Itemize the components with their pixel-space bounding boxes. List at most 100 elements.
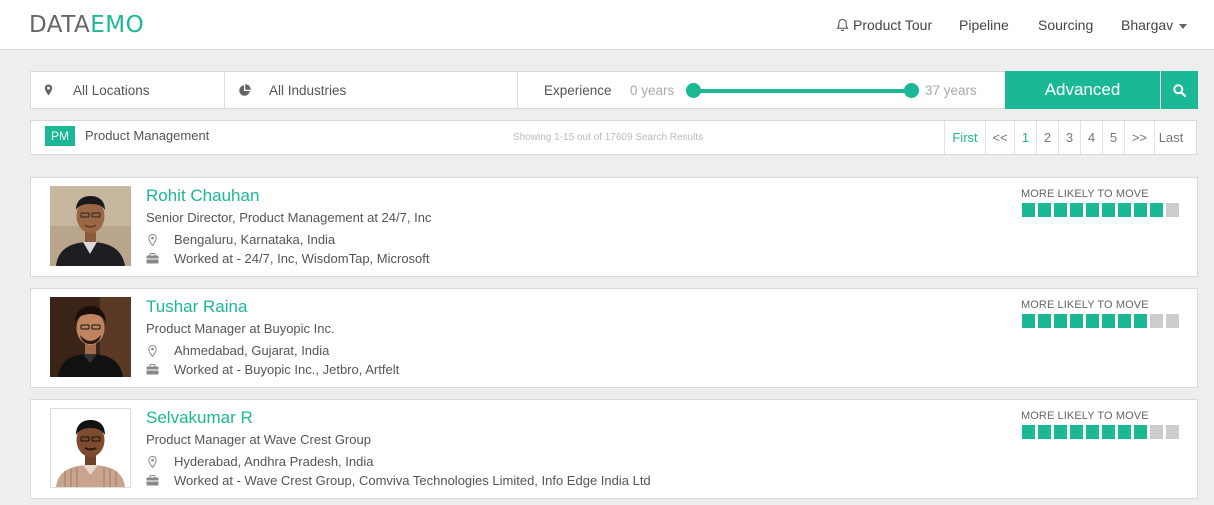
move-meter-segment-filled [1086, 203, 1099, 217]
candidate-title: Product Manager at Wave Crest Group [146, 432, 371, 447]
candidate-name[interactable]: Selvakumar R [146, 408, 253, 428]
page-2[interactable]: 2 [1036, 121, 1058, 154]
page-prev[interactable]: << [985, 121, 1014, 154]
experience-max-handle[interactable] [904, 83, 919, 98]
bell-icon [836, 18, 849, 32]
move-meter-segment-filled [1086, 425, 1099, 439]
move-meter-segment-filled [1054, 203, 1067, 217]
experience-slider-track[interactable] [694, 89, 912, 93]
candidate-work-text: Worked at - Buyopic Inc., Jetbro, Artfel… [174, 362, 400, 377]
move-likelihood-label: MORE LIKELY TO MOVE [1021, 299, 1149, 311]
divider [517, 72, 518, 108]
candidate-title: Senior Director, Product Management at 2… [146, 210, 432, 225]
brand-logo[interactable]: DATAEMO [29, 12, 144, 38]
move-meter-segment-filled [1054, 425, 1067, 439]
move-meter-segment-empty [1166, 314, 1179, 328]
candidate-location-text: Hyderabad, Andhra Pradesh, India [174, 454, 374, 469]
page-first[interactable]: First [944, 121, 985, 154]
move-meter-segment-empty [1166, 425, 1179, 439]
search-button[interactable] [1161, 71, 1198, 109]
move-meter-segment-filled [1070, 425, 1083, 439]
candidate-name[interactable]: Tushar Raina [146, 297, 247, 317]
move-meter-segment-filled [1150, 203, 1163, 217]
move-likelihood-label: MORE LIKELY TO MOVE [1021, 188, 1149, 200]
candidate-work-text: Worked at - 24/7, Inc, WisdomTap, Micros… [174, 251, 430, 266]
industry-filter[interactable]: All Industries [238, 72, 518, 108]
move-meter-segment-empty [1166, 203, 1179, 217]
map-pin-icon [146, 344, 159, 357]
move-meter-segment-empty [1150, 425, 1163, 439]
industry-filter-label: All Industries [269, 82, 347, 98]
search-icon [1173, 83, 1186, 97]
move-meter-segment-filled [1022, 203, 1035, 217]
candidate-location-text: Ahmedabad, Gujarat, India [174, 343, 330, 358]
candidate-photo[interactable] [50, 297, 131, 377]
pagination: First << 1 2 3 4 5 >> Last [944, 121, 1187, 154]
move-meter-segment-filled [1086, 314, 1099, 328]
candidate-location: Hyderabad, Andhra Pradesh, India [146, 454, 373, 469]
briefcase-icon [146, 474, 159, 487]
move-meter-segment-filled [1134, 425, 1147, 439]
filter-bar: All Locations All Industries Experience … [30, 71, 1198, 109]
candidate-name[interactable]: Rohit Chauhan [146, 186, 259, 206]
page-next[interactable]: >> [1124, 121, 1154, 154]
candidate-photo[interactable] [50, 408, 131, 488]
move-meter-segment-filled [1134, 314, 1147, 328]
candidate-location: Ahmedabad, Gujarat, India [146, 343, 329, 358]
move-meter-segment-filled [1038, 425, 1051, 439]
move-meter-segment-filled [1070, 203, 1083, 217]
candidate-card[interactable]: Selvakumar R Product Manager at Wave Cre… [30, 399, 1198, 499]
candidate-card[interactable]: Rohit Chauhan Senior Director, Product M… [30, 177, 1198, 277]
page-4[interactable]: 4 [1080, 121, 1102, 154]
move-meter-segment-filled [1022, 425, 1035, 439]
move-meter-segment-filled [1118, 203, 1131, 217]
move-meter-segment-filled [1102, 203, 1115, 217]
move-meter-segment-filled [1038, 203, 1051, 217]
map-pin-icon [146, 233, 159, 246]
top-navbar: DATAEMO Product Tour Pipeline Sourcing B… [0, 0, 1214, 50]
location-filter-label: All Locations [73, 82, 150, 98]
move-meter-segment-filled [1118, 425, 1131, 439]
candidate-work-text: Worked at - Wave Crest Group, Comviva Te… [174, 473, 651, 488]
experience-min-label: 0 years [630, 82, 675, 98]
briefcase-icon [146, 363, 159, 376]
pie-chart-icon [239, 83, 251, 96]
candidate-photo[interactable] [50, 186, 131, 266]
move-meter-segment-filled [1038, 314, 1051, 328]
page-last[interactable]: Last [1154, 121, 1187, 154]
move-meter-segment-filled [1070, 314, 1083, 328]
category-label: Product Management [85, 128, 210, 143]
experience-max-label: 37 years [925, 82, 977, 98]
sourcing-link[interactable]: Sourcing [1038, 17, 1093, 33]
move-meter-segment-empty [1150, 314, 1163, 328]
candidate-location: Bengaluru, Karnataka, India [146, 232, 335, 247]
results-count: Showing 1-15 out of 17609 Search Results [513, 132, 704, 143]
page-5[interactable]: 5 [1102, 121, 1124, 154]
candidate-title: Product Manager at Buyopic Inc. [146, 321, 335, 336]
map-pin-icon [146, 455, 159, 468]
page-3[interactable]: 3 [1058, 121, 1080, 154]
category-badge: PM [45, 126, 75, 146]
candidate-card[interactable]: Tushar Raina Product Manager at Buyopic … [30, 288, 1198, 388]
user-menu[interactable]: Bhargav [1121, 17, 1188, 33]
product-tour-link[interactable]: Product Tour [836, 17, 932, 33]
logo-text-data: DATA [29, 12, 91, 38]
move-likelihood-label: MORE LIKELY TO MOVE [1021, 410, 1149, 422]
candidate-work-history: Worked at - Wave Crest Group, Comviva Te… [146, 473, 651, 488]
experience-min-handle[interactable] [686, 83, 701, 98]
product-tour-label: Product Tour [853, 17, 933, 33]
move-meter-segment-filled [1102, 314, 1115, 328]
move-likelihood-meter [1022, 203, 1179, 217]
user-name: Bhargav [1121, 17, 1174, 33]
move-meter-segment-filled [1054, 314, 1067, 328]
advanced-button[interactable]: Advanced [1005, 71, 1160, 109]
results-header: PM Product Management Showing 1-15 out o… [30, 120, 1197, 155]
location-filter[interactable]: All Locations [44, 72, 224, 108]
page-1[interactable]: 1 [1014, 121, 1036, 154]
logo-text-emo: EMO [90, 12, 145, 38]
pipeline-link[interactable]: Pipeline [959, 17, 1009, 33]
move-likelihood-meter [1022, 314, 1179, 328]
move-meter-segment-filled [1102, 425, 1115, 439]
experience-label: Experience [544, 82, 612, 98]
move-meter-segment-filled [1022, 314, 1035, 328]
